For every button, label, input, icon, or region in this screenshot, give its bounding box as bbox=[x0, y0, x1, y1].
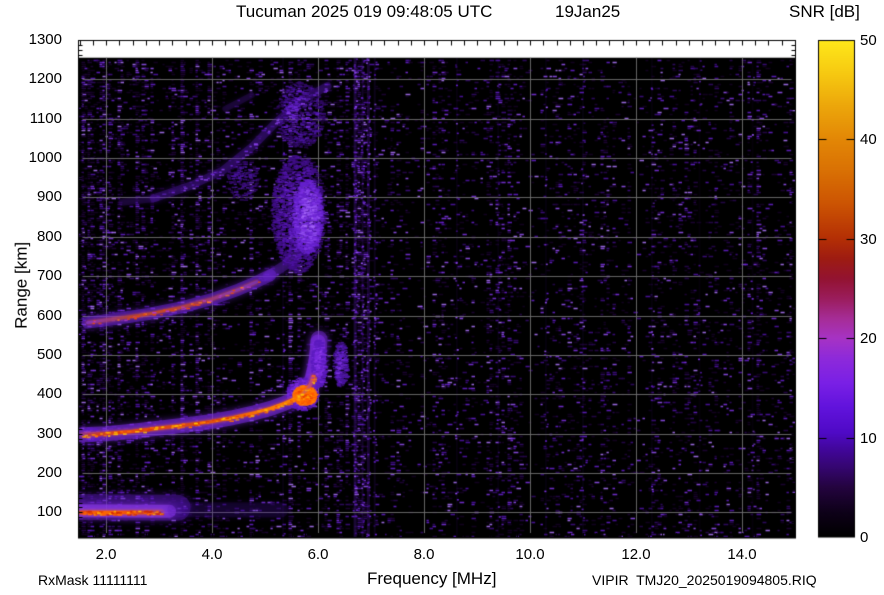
x-tick-label: 8.0 bbox=[413, 546, 435, 563]
ionogram-figure: Tucuman 2025 019 09:48:05 UTC 19Jan25 SN… bbox=[0, 0, 884, 595]
y-tick-label: 700 bbox=[36, 267, 62, 285]
y-tick-label: 200 bbox=[36, 464, 62, 482]
colorbar-tick-label: 0 bbox=[860, 529, 869, 546]
y-tick-label: 100 bbox=[36, 503, 62, 521]
colorbar-tick-label: 50 bbox=[860, 32, 877, 49]
x-axis-title: Frequency [MHz] bbox=[367, 569, 497, 588]
y-tick-label: 600 bbox=[36, 306, 62, 324]
x-tick-label: 4.0 bbox=[201, 546, 223, 563]
y-tick-label: 500 bbox=[36, 345, 62, 363]
y-tick-label: 1300 bbox=[28, 31, 62, 48]
colorbar-tick-label: 40 bbox=[860, 131, 877, 149]
y-tick-label: 1200 bbox=[28, 70, 62, 88]
y-tick-label: 300 bbox=[36, 424, 62, 442]
y-tick-label: 1000 bbox=[28, 149, 62, 167]
plot-title: Tucuman 2025 019 09:48:05 UTC bbox=[236, 2, 493, 21]
y-tick-label: 900 bbox=[36, 188, 62, 206]
x-tick-label: 6.0 bbox=[307, 546, 329, 563]
x-tick-label: 2.0 bbox=[95, 546, 117, 563]
date-label: 19Jan25 bbox=[555, 2, 621, 21]
colorbar-tick-label: 10 bbox=[860, 429, 877, 447]
colorbar-tick-label: 20 bbox=[860, 330, 877, 348]
colorbar-title: SNR [dB] bbox=[789, 2, 860, 21]
ionogram-canvas bbox=[0, 0, 884, 595]
x-tick-label: 10.0 bbox=[515, 546, 545, 563]
rxmask-label: RxMask 11111111 bbox=[38, 572, 148, 588]
y-axis-title: Range [km] bbox=[11, 241, 31, 329]
filename-label: VIPIR TMJ20_2025019094805.RIQ bbox=[592, 572, 817, 588]
x-tick-label: 12.0 bbox=[621, 546, 651, 563]
y-tick-label: 400 bbox=[36, 385, 62, 403]
x-tick-label: 14.0 bbox=[727, 546, 757, 563]
colorbar-tick-label: 30 bbox=[860, 230, 877, 248]
y-tick-label: 800 bbox=[36, 227, 62, 245]
y-tick-label: 1100 bbox=[29, 109, 62, 127]
